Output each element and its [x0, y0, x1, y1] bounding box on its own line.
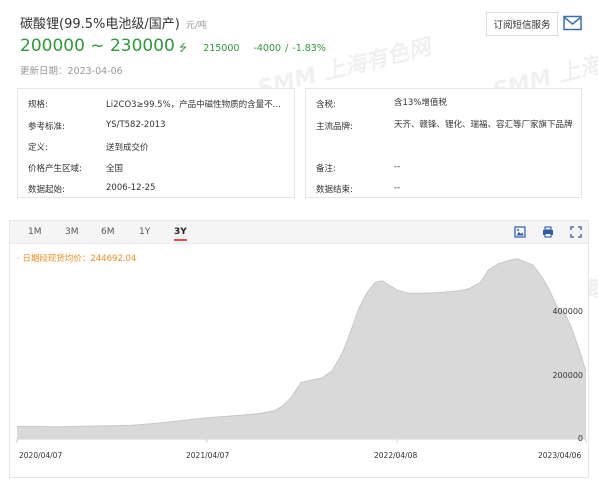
info-key: 规格:	[28, 100, 48, 110]
info-key: 主流品牌:	[316, 122, 353, 132]
x-tick-label: 2021/04/07	[186, 451, 230, 460]
price-change-percent: -1.83%	[292, 43, 326, 54]
price-area	[17, 258, 586, 439]
info-key: 价格产生区域:	[28, 164, 82, 174]
down-arrow-icon: ⭍	[178, 43, 188, 54]
product-title-row: 碳酸锂(99.5%电池级/国产) 元/吨	[20, 13, 207, 32]
price-unit: 元/吨	[185, 21, 207, 31]
info-value: Li2CO3≥99.5%，产品中磁性物质的含量不...	[106, 100, 281, 110]
info-value: 含13%增值税	[394, 98, 447, 108]
mail-icon[interactable]	[563, 15, 582, 31]
y-tick-label: 400000	[552, 307, 583, 316]
average-price: 215000	[203, 43, 240, 54]
price-area-chart	[16, 258, 587, 443]
price-chart-panel: 1M 3M 6M 1Y 3Y · 日期段现货均价：244692.04 2020/…	[9, 220, 589, 478]
price-row: 200000 ~ 230000 ⭍ 215000 -4000 / -1.83%	[20, 36, 326, 58]
update-date: 更新日期：2023-04-06	[20, 66, 123, 77]
x-tick-label: 2020/04/07	[19, 451, 63, 460]
info-value: 天齐、赣锋、锂化、瑞福、容汇等厂家旗下品牌	[394, 120, 573, 130]
change-separator: /	[285, 43, 289, 54]
info-value: --	[394, 183, 401, 193]
price-range: 200000 ~ 230000	[20, 36, 175, 56]
x-tick-label: 2023/04/06	[538, 451, 582, 460]
info-key: 备注:	[316, 164, 336, 174]
spec-info-left: 规格: Li2CO3≥99.5%，产品中磁性物质的含量不... 参考标准: YS…	[17, 88, 295, 198]
info-value: 2006-12-25	[106, 183, 156, 193]
info-key: 参考标准:	[28, 122, 65, 132]
info-value: 全国	[106, 164, 124, 174]
info-value: --	[394, 162, 401, 172]
info-key: 含税:	[316, 100, 336, 110]
info-value: 送到成交价	[106, 143, 149, 153]
info-key: 数据起始:	[28, 185, 65, 195]
y-tick-label: 0	[577, 434, 583, 443]
y-tick-label: 200000	[552, 371, 583, 380]
info-key: 定义:	[28, 143, 48, 153]
spec-info-right: 含税: 含13%增值税 主流品牌: 天齐、赣锋、锂化、瑞福、容汇等厂家旗下品牌 …	[305, 88, 582, 198]
x-tick-label: 2022/04/08	[374, 451, 418, 460]
subscribe-sms-button[interactable]: 订阅短信服务	[486, 12, 558, 36]
product-title: 碳酸锂(99.5%电池级/国产)	[20, 17, 180, 32]
info-value: YS/T582-2013	[106, 120, 166, 130]
info-key: 数据结束:	[316, 185, 353, 195]
price-change: -4000	[253, 43, 282, 54]
